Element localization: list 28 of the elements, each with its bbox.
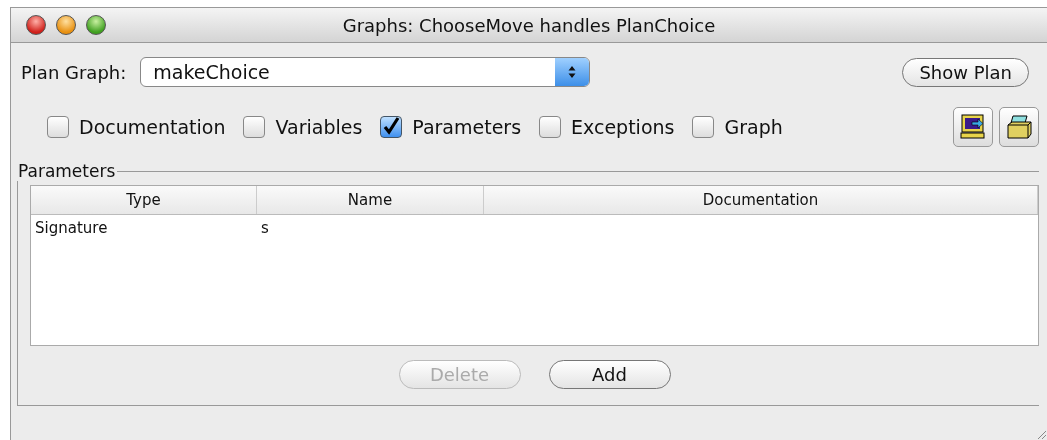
plan-graph-dropdown[interactable]: makeChoice <box>140 57 591 87</box>
zoom-button[interactable] <box>86 15 106 35</box>
checkbox-label[interactable]: Parameters <box>412 116 522 138</box>
checkbox[interactable] <box>47 116 69 138</box>
close-button[interactable] <box>26 15 46 35</box>
checkbox[interactable] <box>243 116 266 138</box>
updown-arrows-icon <box>555 58 590 86</box>
minimize-button[interactable] <box>56 15 76 35</box>
window-title: Graphs: ChooseMove handles PlanChoice <box>342 14 716 36</box>
checkbox[interactable] <box>380 116 403 138</box>
checkbox-label[interactable]: Graph <box>724 116 783 138</box>
show-plan-button[interactable]: Show Plan <box>902 57 1029 87</box>
resize-grip-icon[interactable] <box>1035 428 1047 440</box>
computer-export-icon[interactable] <box>953 107 993 147</box>
column-header[interactable]: Name <box>257 186 484 214</box>
action-button[interactable]: Add <box>548 360 671 389</box>
checkbox[interactable] <box>539 116 562 138</box>
checkbox-label[interactable]: Documentation <box>79 116 226 138</box>
checkbox-label[interactable]: Exceptions <box>571 116 675 138</box>
group-title: Parameters <box>17 161 117 181</box>
checkbox[interactable] <box>692 116 715 138</box>
checkbox-label[interactable]: Variables <box>275 116 363 138</box>
table-cell-text: Signature <box>34 218 109 239</box>
column-header[interactable]: Type <box>31 186 257 214</box>
printer-icon[interactable] <box>999 107 1039 147</box>
column-header[interactable]: Documentation <box>484 186 1038 214</box>
plan-graph-label: Plan Graph: <box>21 61 127 83</box>
table-cell-text: s <box>260 218 270 239</box>
